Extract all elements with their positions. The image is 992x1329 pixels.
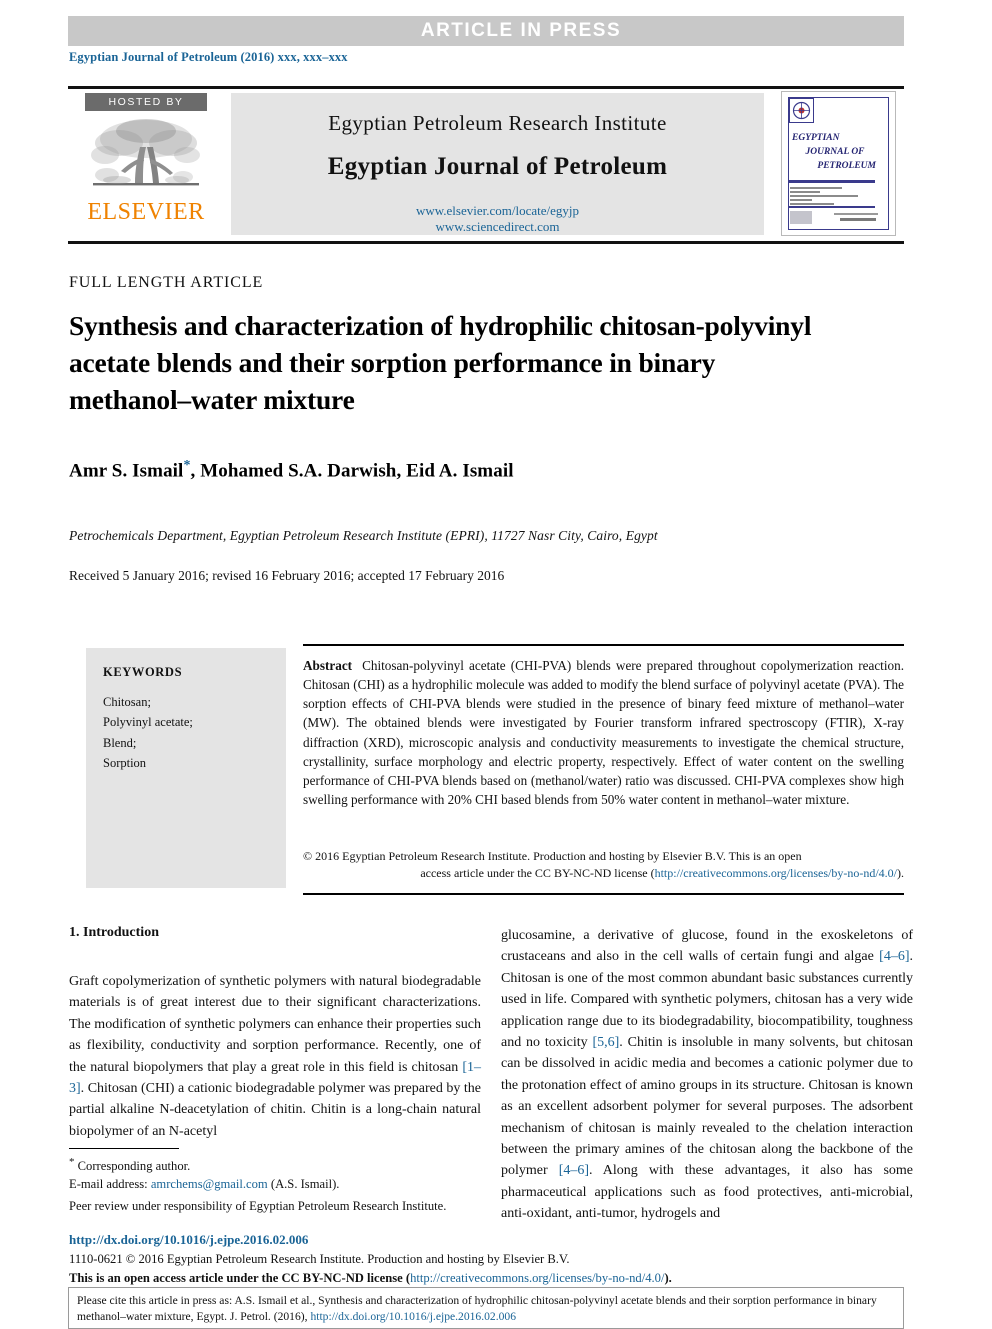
- license-text-pre: access article under the CC BY-NC-ND lic…: [420, 866, 655, 881]
- abstract-block: Abstract Chitosan-polyvinyl acetate (CHI-…: [303, 656, 904, 809]
- sciencedirect-link[interactable]: www.sciencedirect.com: [231, 219, 764, 235]
- journal-urls: www.elsevier.com/locate/egyjp www.scienc…: [231, 203, 764, 236]
- footnote-star-icon: *: [69, 1156, 75, 1169]
- cite-doi-link[interactable]: http://dx.doi.org/10.1016/j.ejpe.2016.02…: [310, 1310, 516, 1323]
- cover-footer-block: [790, 211, 812, 224]
- intro-right-text-c: . Chitin is insoluble in many solvents, …: [501, 1035, 913, 1179]
- intro-paragraph-right: glucosamine, a derivative of glucose, fo…: [501, 925, 913, 1225]
- keywords-panel: KEYWORDS Chitosan; Polyvinyl acetate; Bl…: [86, 648, 286, 888]
- section-heading-introduction: 1. Introduction: [69, 925, 159, 940]
- footnote-corresponding-text: Corresponding author.: [77, 1159, 191, 1174]
- paper-page: ARTICLE IN PRESS Egyptian Journal of Pet…: [0, 0, 992, 1329]
- body-column-left: 1. Introduction Graft copolymerization o…: [69, 925, 481, 1142]
- elsevier-tree-icon: [85, 113, 207, 199]
- footnote-block: * Corresponding author. E-mail address: …: [69, 1148, 481, 1216]
- cover-divider-bar: [789, 180, 875, 183]
- footnote-email: E-mail address: amrchems@gmail.com (A.S.…: [69, 1176, 481, 1194]
- intro-left-text-a: Graft copolymerization of synthetic poly…: [69, 974, 481, 1075]
- hosted-by-badge: HOSTED BY: [85, 93, 207, 111]
- email-owner: (A.S. Ismail).: [270, 1177, 340, 1192]
- intro-paragraph-left: Graft copolymerization of synthetic poly…: [69, 971, 481, 1142]
- abstract-copyright: © 2016 Egyptian Petroleum Research Insti…: [303, 848, 904, 882]
- cite-text: Please cite this article in press as: A.…: [77, 1293, 895, 1326]
- footnote-peer-review: Peer review under responsibility of Egyp…: [69, 1199, 447, 1214]
- keywords-list: Chitosan; Polyvinyl acetate; Blend; Sorp…: [103, 695, 193, 770]
- institute-name: Egyptian Petroleum Research Institute: [328, 111, 667, 135]
- corresponding-author-marker[interactable]: *: [183, 458, 190, 473]
- affiliation: Petrochemicals Department, Egyptian Petr…: [69, 528, 658, 543]
- footnote-rule: [69, 1148, 179, 1150]
- copyright-line-2: access article under the CC BY-NC-ND lic…: [303, 865, 904, 882]
- article-type-label: FULL LENGTH ARTICLE: [69, 274, 264, 291]
- cover-title-line-3: PETROLEUM: [817, 160, 876, 171]
- intro-right-text-a: glucosamine, a derivative of glucose, fo…: [501, 928, 913, 965]
- page-title: Synthesis and characterization of hydrop…: [69, 310, 812, 415]
- cover-title: EGYPTIAN JOURNAL OF PETROLEUM: [790, 132, 880, 173]
- abstract-bottom-rule: [303, 893, 904, 895]
- elsevier-wordmark: ELSEVIER: [87, 199, 205, 225]
- cover-title-line-1: EGYPTIAN: [792, 133, 840, 143]
- abstract-text: Chitosan-polyvinyl acetate (CHI-PVA) ble…: [303, 658, 904, 807]
- intro-left-text-b: . Chitosan (CHI) a cationic biodegradabl…: [69, 1081, 481, 1139]
- cover-footer-text-1: [834, 213, 878, 215]
- cc-license-link[interactable]: http://creativecommons.org/licenses/by-n…: [655, 866, 897, 880]
- citation-ref-5-6[interactable]: [5,6]: [592, 1035, 619, 1050]
- journal-name: Egyptian Journal of Petroleum: [327, 153, 668, 180]
- license-text-post: ).: [897, 866, 904, 881]
- abstract-top-rule: [303, 644, 904, 647]
- cover-title-line-2: JOURNAL OF: [805, 146, 865, 157]
- masthead-top-rule: [68, 86, 904, 89]
- journal-title-panel: Egyptian Petroleum Research Institute Eg…: [231, 93, 764, 235]
- doi-link[interactable]: http://dx.doi.org/10.1016/j.ejpe.2016.02…: [69, 1232, 308, 1248]
- author-list: Amr S. Ismail*, Mohamed S.A. Darwish, Ei…: [69, 458, 859, 482]
- cover-divider-bar-2: [789, 206, 875, 208]
- elsevier-locate-link[interactable]: www.elsevier.com/locate/egyjp: [231, 203, 764, 219]
- article-in-press-banner: ARTICLE IN PRESS: [68, 16, 904, 46]
- author-others: , Mohamed S.A. Darwish, Eid A. Ismail: [190, 460, 514, 482]
- footnote-corresponding: * Corresponding author.: [69, 1155, 481, 1176]
- email-label: E-mail address:: [69, 1177, 148, 1192]
- elsevier-logo-block: HOSTED BY ELSEVIER: [76, 93, 216, 224]
- citation-ref-4-6-b[interactable]: [4–6]: [559, 1163, 589, 1178]
- abstract-label: Abstract: [303, 658, 353, 673]
- keywords-heading: KEYWORDS: [103, 665, 183, 679]
- footer-license-pre: This is an open access article under the…: [69, 1270, 411, 1285]
- citation-ref-4-6-a[interactable]: [4–6]: [879, 949, 909, 964]
- footer-license-line: This is an open access article under the…: [69, 1269, 899, 1288]
- cover-footer-text-2: [840, 218, 876, 221]
- footer-license-link[interactable]: http://creativecommons.org/licenses/by-n…: [410, 1271, 664, 1285]
- body-column-right: glucosamine, a derivative of glucose, fo…: [501, 925, 913, 1225]
- journal-masthead: HOSTED BY ELSEVIER Egyptian Petroleum Re…: [68, 86, 904, 246]
- masthead-bottom-rule: [68, 241, 904, 244]
- article-in-press-label: ARTICLE IN PRESS: [420, 20, 622, 41]
- copyright-line-1: © 2016 Egyptian Petroleum Research Insti…: [303, 849, 802, 863]
- issn-line: 1110-0621 © 2016 Egyptian Petroleum Rese…: [69, 1252, 570, 1266]
- author-primary: Amr S. Ismail: [69, 460, 184, 482]
- email-link[interactable]: amrchems@gmail.com: [151, 1177, 268, 1191]
- journal-reference-line: Egyptian Journal of Petroleum (2016) xxx…: [69, 50, 348, 64]
- received-dates: Received 5 January 2016; revised 16 Febr…: [69, 568, 505, 583]
- epri-seal-icon: [789, 98, 814, 123]
- cover-placeholder-text: [790, 187, 868, 207]
- journal-cover-thumbnail: EGYPTIAN JOURNAL OF PETROLEUM: [781, 91, 896, 236]
- footer-license-post: ).: [664, 1270, 672, 1285]
- issn-copyright-block: 1110-0621 © 2016 Egyptian Petroleum Rese…: [69, 1250, 899, 1288]
